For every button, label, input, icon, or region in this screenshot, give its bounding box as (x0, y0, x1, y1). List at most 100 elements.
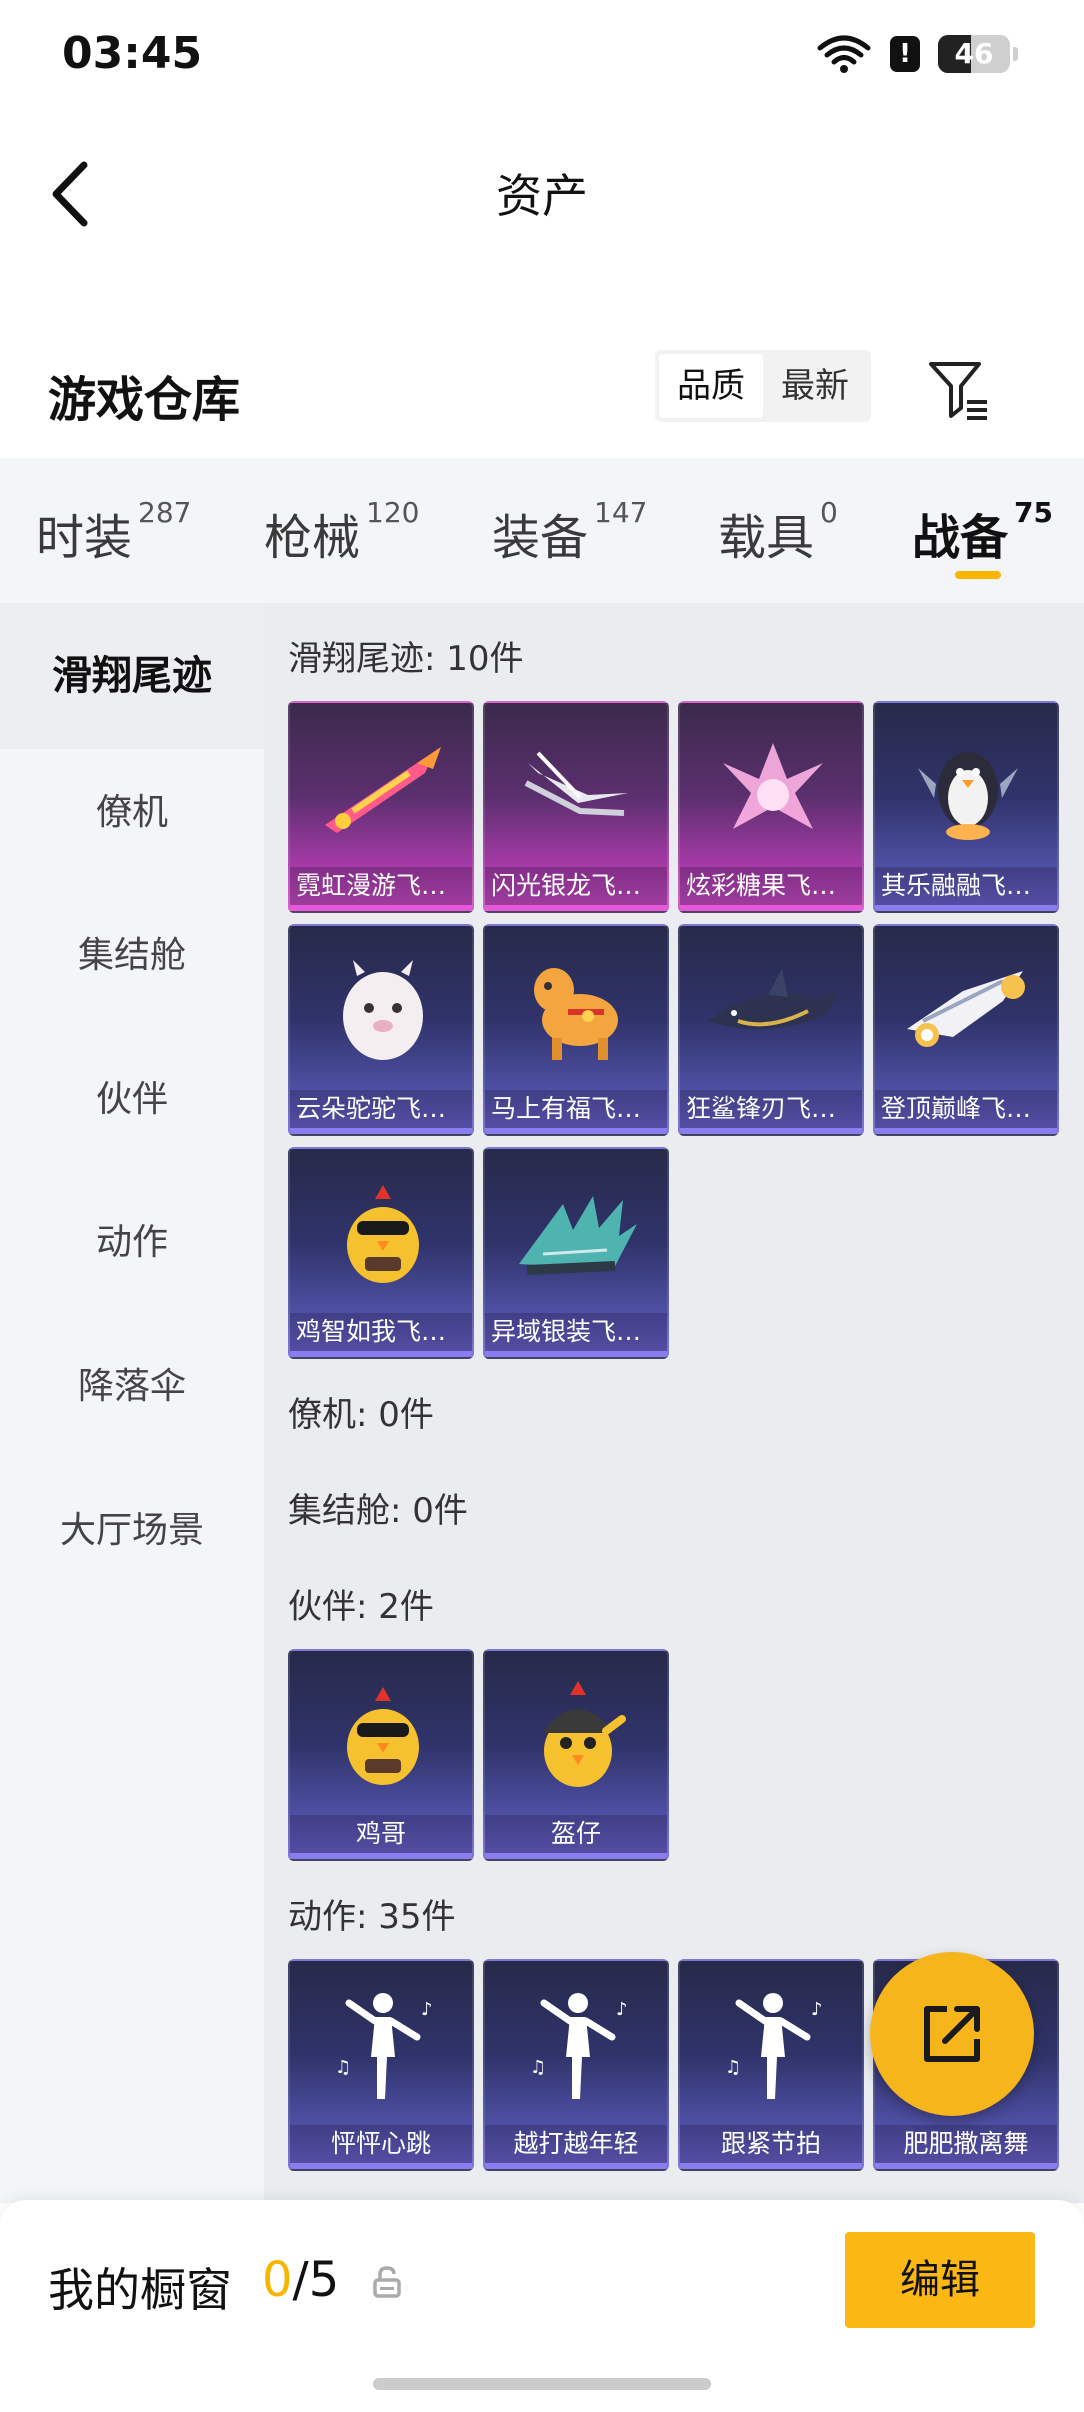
rarity-bar (485, 905, 667, 911)
card-label: 马上有福飞行器 (485, 1090, 667, 1128)
card-label: 其乐融融飞行器 (875, 867, 1057, 905)
emote-item-card[interactable]: ♪ ♫ 越打越年轻 (483, 1959, 669, 2171)
sidebar-item-lobby-scene[interactable]: 大厅场景 (0, 1501, 264, 1553)
tab-count: 75 (1014, 496, 1053, 529)
battery-level: 46 (954, 37, 994, 70)
card-label: 越打越年轻 (485, 2125, 667, 2163)
sidebar-item-wingman[interactable]: 僚机 (0, 783, 264, 835)
silver-dragon-wings-icon (485, 703, 667, 873)
tab-battle-gear[interactable]: 战备 75 (912, 496, 1053, 568)
penguin-icon (875, 703, 1057, 873)
svg-text:♫: ♫ (335, 2057, 351, 2078)
tab-fashion[interactable]: 时装 287 (36, 496, 191, 568)
spiked-wing-icon (485, 1149, 667, 1319)
glide-item-card[interactable]: 登顶巅峰飞行器 (873, 924, 1059, 1136)
emote-item-card[interactable]: ♪ ♫ 怦怦心跳 (288, 1959, 474, 2171)
group-title-emote: 动作: 35件 (288, 1897, 456, 1937)
svg-text:♪: ♪ (811, 1999, 823, 2020)
sort-toggle: 品质 最新 (655, 350, 871, 422)
tab-count: 120 (366, 496, 420, 529)
card-label: 闪光银龙飞行器 (485, 867, 667, 905)
sidebar-item-emote[interactable]: 动作 (0, 1213, 264, 1265)
group-title-partner: 伙伴: 2件 (288, 1587, 434, 1627)
card-label: 怦怦心跳 (290, 2125, 472, 2163)
rarity-bar (290, 1128, 472, 1134)
active-tab-indicator (955, 571, 1001, 579)
wifi-icon (816, 34, 872, 74)
glide-item-card[interactable]: 霓虹漫游飞行器 (288, 701, 474, 913)
card-label: 跟紧节拍 (680, 2125, 862, 2163)
partner-item-card[interactable]: 盔仔 (483, 1649, 669, 1861)
status-icons: ! 46 (816, 34, 1018, 74)
alert-icon: ! (890, 36, 920, 72)
group-title-glide: 滑翔尾迹: 10件 (288, 639, 524, 679)
svg-text:♫: ♫ (530, 2057, 546, 2078)
home-indicator (373, 2378, 711, 2390)
emote-item-card[interactable]: ♪ ♫ 跟紧节拍 (678, 1959, 864, 2171)
dancer-icon: ♪♫ (290, 1961, 472, 2131)
rarity-bar (875, 1128, 1057, 1134)
rarity-bar (485, 1128, 667, 1134)
tab-count: 147 (594, 496, 648, 529)
tab-firearms[interactable]: 枪械 120 (264, 496, 420, 568)
rarity-bar (875, 2163, 1057, 2169)
section-title: 游戏仓库 (48, 372, 241, 428)
glide-item-card[interactable]: 鸡智如我飞行器 (288, 1147, 474, 1359)
card-label: 云朵驼驼飞行器 (290, 1090, 472, 1128)
rarity-bar (875, 905, 1057, 911)
sidebar-item-parachute[interactable]: 降落伞 (0, 1357, 264, 1409)
share-icon (924, 2006, 980, 2062)
horse-icon (485, 926, 667, 1096)
rarity-bar (290, 905, 472, 911)
rarity-bar (485, 1853, 667, 1859)
glide-item-card[interactable]: 其乐融融飞行器 (873, 701, 1059, 913)
glide-item-card[interactable]: 狂鲨锋刃飞行器 (678, 924, 864, 1136)
card-label: 炫彩糖果飞行器 (680, 867, 862, 905)
glide-item-card[interactable]: 异域银装飞行器 (483, 1147, 669, 1359)
showcase-bar: 我的橱窗 0/5 编辑 (0, 2200, 1084, 2412)
chick-icon (290, 1149, 472, 1319)
group-title-wingman: 僚机: 0件 (288, 1395, 434, 1435)
shark-icon (680, 926, 862, 1096)
filter-icon (929, 362, 987, 420)
status-bar: 03:45 ! 46 (0, 0, 1084, 110)
card-label: 肥肥撒离舞 (875, 2125, 1057, 2163)
glide-item-card[interactable]: 炫彩糖果飞行器 (678, 701, 864, 913)
sidebar-item-rally-pod[interactable]: 集结舱 (0, 926, 264, 978)
tab-vehicles[interactable]: 载具 0 (718, 496, 838, 568)
alpaca-icon (290, 926, 472, 1096)
status-time: 03:45 (62, 28, 203, 79)
lock-icon (373, 2266, 401, 2298)
jet-icon (875, 926, 1057, 1096)
battery-icon: 46 (938, 35, 1018, 73)
sidebar-item-partner[interactable]: 伙伴 (0, 1070, 264, 1122)
sidebar-item-glide-trail[interactable]: 滑翔尾迹 (0, 603, 264, 749)
card-label: 鸡哥 (290, 1815, 472, 1853)
card-label: 登顶巅峰飞行器 (875, 1090, 1057, 1128)
rarity-bar (290, 1853, 472, 1859)
filter-button[interactable] (925, 356, 993, 424)
glide-item-card[interactable]: 云朵驼驼飞行器 (288, 924, 474, 1136)
partner-item-card[interactable]: 鸡哥 (288, 1649, 474, 1861)
dancer-icon: ♪♫ (680, 1961, 862, 2131)
card-label: 异域银装飞行器 (485, 1313, 667, 1351)
candy-crystal-icon (680, 703, 862, 873)
sort-option-newest[interactable]: 最新 (763, 354, 867, 418)
svg-text:♫: ♫ (725, 2057, 741, 2078)
showcase-label: 我的橱窗 (48, 2263, 232, 2317)
sort-option-quality[interactable]: 品质 (659, 354, 763, 418)
page-title: 资产 (496, 169, 588, 223)
showcase-count: 0/5 (262, 2252, 340, 2308)
card-label: 鸡智如我飞行器 (290, 1313, 472, 1351)
share-button[interactable] (870, 1952, 1034, 2116)
glide-item-card[interactable]: 马上有福飞行器 (483, 924, 669, 1136)
glide-item-card[interactable]: 闪光银龙飞行器 (483, 701, 669, 913)
svg-text:♪: ♪ (421, 1999, 433, 2020)
section-header: 游戏仓库 品质 最新 (0, 330, 1084, 450)
rarity-bar (485, 1351, 667, 1357)
edit-button[interactable]: 编辑 (845, 2232, 1035, 2328)
rarity-bar (290, 1351, 472, 1357)
tab-equipment[interactable]: 装备 147 (492, 496, 648, 568)
rarity-bar (680, 2163, 862, 2169)
card-label: 霓虹漫游飞行器 (290, 867, 472, 905)
